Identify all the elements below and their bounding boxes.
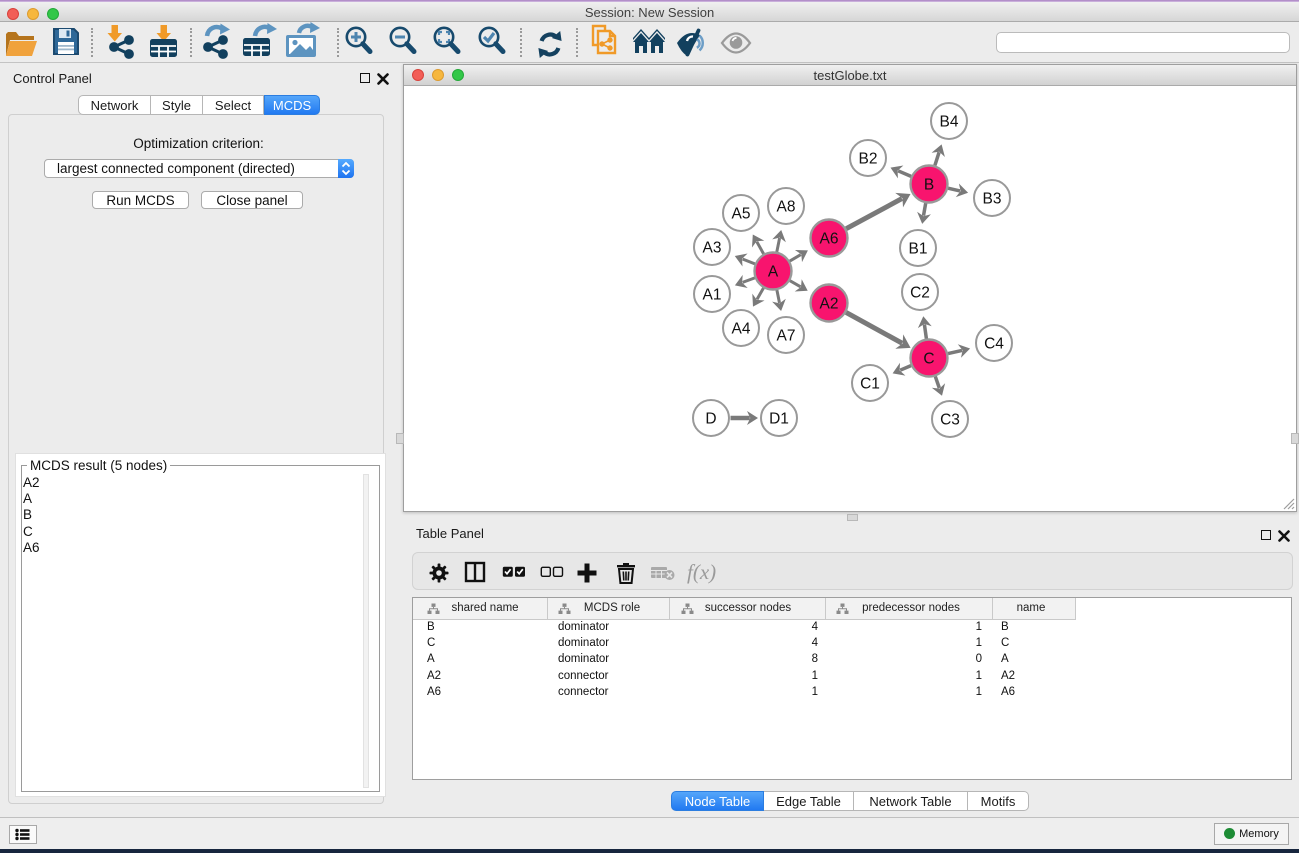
svg-text:B3: B3 — [983, 191, 1002, 208]
svg-text:C4: C4 — [984, 336, 1004, 353]
svg-text:A8: A8 — [777, 199, 796, 216]
svg-text:A: A — [768, 264, 779, 281]
svg-text:A2: A2 — [820, 296, 839, 313]
svg-text:C1: C1 — [860, 376, 880, 393]
svg-text:A4: A4 — [732, 321, 751, 338]
svg-text:A5: A5 — [732, 206, 751, 223]
svg-text:D: D — [705, 411, 716, 428]
svg-text:C: C — [923, 351, 934, 368]
svg-text:A3: A3 — [703, 240, 722, 257]
svg-text:C2: C2 — [910, 285, 930, 302]
svg-text:D1: D1 — [769, 411, 789, 428]
svg-text:B2: B2 — [859, 151, 878, 168]
svg-text:C3: C3 — [940, 412, 960, 429]
svg-text:B1: B1 — [909, 241, 928, 258]
svg-text:B: B — [924, 177, 934, 194]
svg-text:A6: A6 — [820, 231, 839, 248]
svg-text:B4: B4 — [940, 114, 959, 131]
svg-text:A7: A7 — [777, 328, 796, 345]
svg-text:A1: A1 — [703, 287, 722, 304]
